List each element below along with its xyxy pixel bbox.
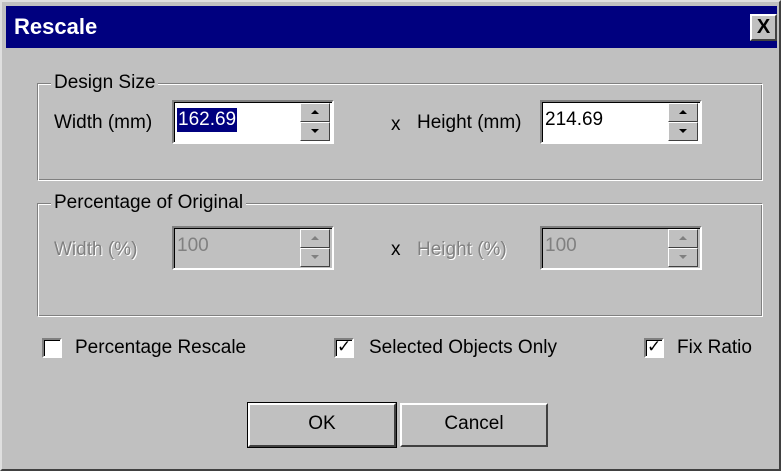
design-height-increment-button[interactable] bbox=[668, 103, 698, 122]
design-width-input[interactable]: 162.69 bbox=[177, 108, 238, 132]
window-title: Rescale bbox=[14, 14, 98, 39]
design-height-input[interactable]: 214.69 bbox=[545, 108, 603, 132]
design-width-increment-button[interactable] bbox=[300, 103, 330, 122]
arrow-down-icon bbox=[679, 129, 687, 133]
design-height-spinbox[interactable]: 214.69 bbox=[540, 100, 702, 144]
percentage-rescale-label[interactable]: Percentage Rescale bbox=[75, 336, 246, 360]
design-height-spin-arrows bbox=[668, 103, 698, 141]
percentage-height-decrement-button[interactable] bbox=[668, 248, 698, 267]
ok-button[interactable]: OK bbox=[247, 402, 397, 448]
close-icon: X bbox=[756, 16, 771, 38]
cancel-button[interactable]: Cancel bbox=[400, 403, 548, 447]
design-width-spinbox[interactable]: 162.69 bbox=[172, 100, 334, 144]
fix-ratio-checkbox[interactable]: ✓ bbox=[644, 337, 664, 358]
percentage-rescale-checkbox[interactable] bbox=[42, 338, 62, 358]
design-size-group-label: Design Size bbox=[51, 72, 159, 94]
design-width-label: Width (mm) bbox=[54, 112, 153, 133]
selected-objects-only-label[interactable]: Selected Objects Only bbox=[369, 336, 557, 360]
arrow-up-icon bbox=[311, 110, 319, 114]
percentage-height-spinbox[interactable]: 100 bbox=[540, 226, 702, 270]
percentage-width-spinbox[interactable]: 100 bbox=[172, 226, 334, 270]
design-width-decrement-button[interactable] bbox=[300, 122, 330, 141]
arrow-up-icon bbox=[679, 236, 687, 240]
arrow-down-icon bbox=[679, 255, 687, 259]
design-height-label: Height (mm) bbox=[417, 112, 522, 133]
percentage-height-spin-arrows bbox=[668, 229, 698, 267]
design-size-separator: x bbox=[391, 114, 401, 135]
percentage-height-increment-button[interactable] bbox=[668, 229, 698, 248]
checkmark-icon: ✓ bbox=[337, 337, 352, 356]
arrow-down-icon bbox=[311, 255, 319, 259]
arrow-up-icon bbox=[679, 110, 687, 114]
fix-ratio-label[interactable]: Fix Ratio bbox=[677, 336, 752, 360]
close-button[interactable]: X bbox=[750, 14, 777, 41]
design-width-spin-arrows bbox=[300, 103, 330, 141]
percentage-group-label: Percentage of Original bbox=[51, 192, 247, 214]
percentage-width-decrement-button[interactable] bbox=[300, 248, 330, 267]
percentage-width-spin-arrows bbox=[300, 229, 330, 267]
percentage-height-input[interactable]: 100 bbox=[545, 234, 577, 258]
title-bar[interactable]: Rescale X bbox=[6, 6, 777, 48]
percentage-width-label: Width (%) bbox=[54, 239, 138, 260]
percentage-width-input[interactable]: 100 bbox=[177, 234, 209, 258]
percentage-height-label: Height (%) bbox=[417, 239, 507, 260]
selected-objects-only-checkbox[interactable]: ✓ bbox=[334, 337, 354, 358]
checkmark-icon: ✓ bbox=[647, 337, 662, 356]
percentage-separator: x bbox=[391, 239, 401, 260]
design-height-decrement-button[interactable] bbox=[668, 122, 698, 141]
arrow-up-icon bbox=[311, 236, 319, 240]
arrow-down-icon bbox=[311, 129, 319, 133]
percentage-width-increment-button[interactable] bbox=[300, 229, 330, 248]
rescale-dialog: Rescale X Design Size Width (mm) 162.69 … bbox=[0, 0, 781, 471]
